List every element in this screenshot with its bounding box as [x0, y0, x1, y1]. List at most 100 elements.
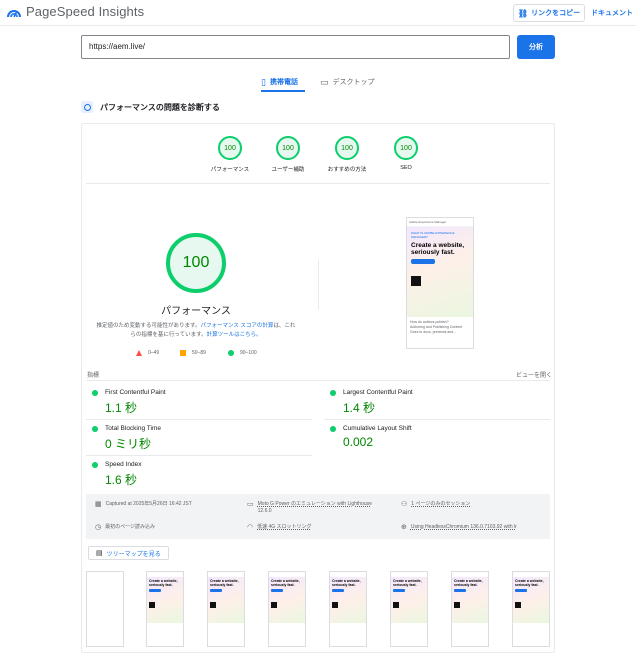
- metric-value: 0.002: [343, 435, 374, 449]
- metric-name: Cumulative Layout Shift: [343, 425, 412, 432]
- summary-label: パフォーマンス: [210, 167, 250, 173]
- device-icon: ▭: [247, 501, 254, 508]
- legend-range: 50–89: [192, 350, 206, 356]
- env-initial-load[interactable]: ◷ 最初のページ読み込み: [95, 524, 155, 531]
- summary-divider: [86, 183, 550, 184]
- env-text: Using HeadlessChromium 136.0.7103.92 wit…: [410, 524, 517, 530]
- metric-value: 1.1 秒: [105, 401, 138, 415]
- metric-speed-index: Speed Index 1.6 秒: [92, 461, 302, 488]
- active-tab-indicator: [261, 90, 305, 92]
- env-text: Captured at 2025年5月26日 16:42 JST: [105, 501, 192, 507]
- metric-name: Total Blocking Time: [105, 425, 161, 432]
- analyze-button[interactable]: 分析: [517, 35, 555, 59]
- filmstrip-frame: Create a website, seriously fast.: [268, 571, 306, 647]
- square-icon: [180, 350, 186, 356]
- url-input[interactable]: https://aem.live/: [81, 35, 510, 59]
- people-icon: ⚇: [401, 501, 408, 508]
- pass-dot-icon: [330, 389, 336, 396]
- tab-desktop-label: デスクトップ: [332, 79, 375, 86]
- calculator-link[interactable]: 計算ツールはこちら。: [207, 332, 262, 338]
- preview-topbar: Adobe Experience Manager: [407, 218, 473, 227]
- metric-value: 1.6 秒: [105, 473, 138, 487]
- legend-range: 90–100: [240, 350, 257, 356]
- env-device-text: Moto G Power のエミュレーション with Lighthouse: [257, 501, 372, 507]
- diagnose-title: パフォーマンスの問題を診断する: [100, 102, 220, 112]
- diagnose-icon: [81, 101, 93, 113]
- env-text: 1 ページのみのセッション: [411, 501, 471, 507]
- summary-label: おすすめの方法: [327, 167, 367, 173]
- legend-fail: 0–49: [136, 350, 159, 356]
- performance-note: 推定値のため変動する可能性があります。パフォーマンス スコアの計算は、これらの指…: [96, 322, 296, 340]
- circle-icon: [228, 350, 234, 356]
- calendar-icon: ▦: [95, 501, 102, 508]
- metric-tbt: Total Blocking Time 0 ミリ秒: [92, 425, 302, 452]
- thumb-headline: Create a website, seriously fast.: [149, 579, 178, 587]
- tab-mobile[interactable]: ▯ 携帯電話: [261, 72, 298, 92]
- pagespeed-logo-icon: [7, 9, 21, 17]
- score-calc-link[interactable]: パフォーマンス スコアの計算: [201, 323, 274, 329]
- thumb-headline: Create a website, seriously fast.: [454, 579, 483, 587]
- env-network[interactable]: ◠ 低速 4G スロットリング: [247, 524, 312, 531]
- performance-gauge: 100: [218, 136, 242, 160]
- metrics-divider: [86, 419, 312, 420]
- filmstrip-frame: Create a website, seriously fast.: [512, 571, 550, 647]
- preview-subtitle: WHAT IS ADOBE EXPERIENCE MANAGER?: [411, 231, 455, 239]
- preview-logo-block: [411, 276, 421, 286]
- summary-performance[interactable]: 100 パフォーマンス: [210, 136, 250, 173]
- desktop-icon: ▭: [320, 76, 329, 87]
- phone-icon: ▯: [261, 76, 266, 87]
- docs-link[interactable]: ドキュメント: [591, 8, 633, 18]
- metrics-divider: [86, 455, 312, 456]
- metric-value: 0 ミリ秒: [105, 437, 152, 451]
- treemap-label: ツリーマップを見る: [106, 551, 161, 558]
- env-device[interactable]: ▭ Moto G Power のエミュレーション with Lighthouse…: [247, 501, 372, 515]
- tab-desktop[interactable]: ▭ デスクトップ: [320, 72, 375, 92]
- env-captured: ▦ Captured at 2025年5月26日 16:42 JST: [95, 501, 192, 508]
- metrics-divider: [86, 380, 550, 381]
- tab-mobile-label: 携帯電話: [269, 79, 298, 86]
- env-session[interactable]: ⚇ 1 ページのみのセッション: [401, 501, 470, 508]
- metric-name: Largest Contentful Paint: [343, 389, 413, 396]
- preview-button: [411, 259, 435, 264]
- summary-seo[interactable]: 100 SEO: [386, 136, 426, 171]
- copy-link-button[interactable]: ⛓ リンクをコピー: [513, 4, 585, 22]
- summary-accessibility[interactable]: 100 ユーザー補助: [268, 136, 308, 173]
- filmstrip-frame: Create a website, seriously fast.: [146, 571, 184, 647]
- link-icon: ⛓: [517, 8, 529, 18]
- env-browser[interactable]: ⊕ Using HeadlessChromium 136.0.7103.92 w…: [401, 524, 517, 531]
- preview-headline: Create a website, seriously fast.: [411, 242, 465, 256]
- metrics-divider: [324, 419, 550, 420]
- diagnose-heading: パフォーマンスの問題を診断する: [81, 101, 220, 113]
- vertical-divider: [318, 260, 319, 310]
- metric-name: First Contentful Paint: [105, 389, 166, 396]
- thumb-headline: Create a website, seriously fast.: [271, 579, 300, 587]
- performance-score-gauge: 100: [166, 233, 226, 293]
- preview-hero: WHAT IS ADOBE EXPERIENCE MANAGER? Create…: [407, 227, 473, 317]
- pass-dot-icon: [92, 425, 98, 432]
- app-title: PageSpeed Insights: [26, 4, 145, 19]
- thumb-headline: Create a website, seriously fast.: [393, 579, 422, 587]
- pass-dot-icon: [330, 425, 336, 432]
- triangle-icon: [136, 350, 142, 356]
- pagespeed-logo[interactable]: PageSpeed Insights: [6, 4, 144, 19]
- view-treemap-button[interactable]: ▤ ツリーマップを見る: [88, 546, 169, 560]
- timer-icon: ◷: [95, 524, 102, 531]
- metric-fcp: First Contentful Paint 1.1 秒: [92, 389, 302, 416]
- thumb-headline: Create a website, seriously fast.: [332, 579, 361, 587]
- pass-dot-icon: [92, 461, 98, 468]
- metrics-header: 指標: [87, 373, 100, 379]
- expand-view-toggle[interactable]: ビューを開く: [516, 370, 552, 379]
- legend-range: 0–49: [148, 350, 160, 356]
- wifi-icon: ◠: [247, 524, 254, 531]
- browser-icon: ⊕: [401, 524, 407, 531]
- summary-best-practices[interactable]: 100 おすすめの方法: [327, 136, 367, 173]
- treemap-icon: ▤: [96, 550, 103, 557]
- thumb-headline: Create a website, seriously fast.: [210, 579, 239, 587]
- summary-label: SEO: [400, 165, 412, 171]
- filmstrip-frame: Create a website, seriously fast.: [451, 571, 489, 647]
- filmstrip-frame: Create a website, seriously fast.: [207, 571, 245, 647]
- filmstrip-frame: Create a website, seriously fast.: [390, 571, 428, 647]
- preview-footer: How do authors publish? Authoring and Pu…: [407, 317, 473, 338]
- env-text: 最初のページ読み込み: [105, 524, 156, 530]
- preview-footer-3: Goes to docs, previews and...: [410, 330, 457, 334]
